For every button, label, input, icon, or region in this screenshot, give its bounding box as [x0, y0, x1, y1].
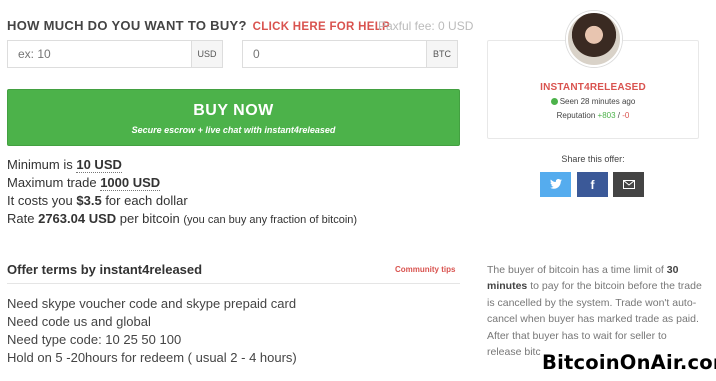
maximum-value: 1000 USD [100, 175, 161, 191]
online-status-icon [550, 98, 558, 105]
reputation-positive: +803 [597, 111, 616, 120]
usd-currency-label: USD [191, 41, 222, 67]
cost-line: It costs you $3.5 for each dollar [7, 192, 357, 210]
btc-currency-label: BTC [426, 41, 457, 67]
rate-prefix: Rate [7, 211, 35, 226]
offer-terms-title: Offer terms by instant4released [7, 262, 203, 277]
maximum-line: Maximum trade 1000 USD [7, 174, 357, 192]
terms-line: Need type code: 10 25 50 100 [7, 332, 182, 347]
trade-time-limit-note: The buyer of bitcoin has a time limit of… [487, 262, 702, 360]
maximum-prefix: Maximum trade [7, 175, 97, 190]
usd-amount-input[interactable] [8, 41, 191, 67]
offer-terms-body: Need skype voucher code and skype prepai… [7, 295, 297, 367]
email-icon [622, 178, 635, 192]
minimum-prefix: Minimum is [7, 157, 73, 172]
share-facebook-button[interactable]: f [577, 172, 608, 197]
rate-suffix: per bitcoin [119, 211, 180, 226]
btc-amount-group: BTC [242, 40, 458, 68]
last-seen-text: Seen 28 minutes ago [559, 97, 636, 106]
terms-line: Need skype voucher code and skype prepai… [7, 296, 297, 311]
share-email-button[interactable] [613, 172, 644, 197]
terms-line: Need code us and global [7, 314, 151, 329]
trade-limits: Minimum is 10 USD Maximum trade 1000 USD… [7, 156, 357, 229]
help-link[interactable]: CLICK HERE FOR HELP [253, 21, 390, 33]
facebook-icon: f [590, 177, 595, 192]
seller-reputation: Reputation +803 / -0 [487, 111, 699, 120]
buy-now-label: BUY NOW [193, 102, 274, 119]
seller-avatar[interactable] [566, 11, 622, 67]
buy-heading: HOW MUCH DO YOU WANT TO BUY? CLICK HERE … [7, 18, 390, 33]
seller-last-seen: Seen 28 minutes ago [487, 97, 699, 106]
minimum-line: Minimum is 10 USD [7, 156, 357, 174]
rate-line: Rate 2763.04 USD per bitcoin (you can bu… [7, 210, 357, 229]
seller-name-link[interactable]: INSTANT4RELEASED [487, 82, 699, 93]
buy-now-sublabel: Secure escrow + live chat with instant4r… [131, 125, 336, 135]
watermark: BitcoinOnAir.com [540, 351, 716, 374]
fee-text: Paxful fee: 0 USD [378, 19, 474, 33]
buy-heading-text: HOW MUCH DO YOU WANT TO BUY? [7, 18, 247, 33]
rate-note: (you can buy any fraction of bitcoin) [183, 214, 358, 226]
reputation-negative: -0 [622, 111, 630, 120]
note-part1: The buyer of bitcoin has a time limit of [487, 264, 664, 276]
reputation-label: Reputation [556, 111, 596, 120]
terms-line: Hold on 5 -20hours for redeem ( usual 2 … [7, 350, 297, 365]
cost-suffix: for each dollar [105, 193, 188, 208]
cost-prefix: It costs you [7, 193, 73, 208]
share-twitter-button[interactable] [540, 172, 571, 197]
community-tips-link[interactable]: Community tips [395, 265, 455, 274]
twitter-icon [549, 178, 562, 192]
cost-value: $3.5 [76, 193, 102, 208]
btc-amount-input[interactable] [243, 41, 426, 67]
terms-divider [7, 283, 460, 284]
minimum-value: 10 USD [76, 157, 122, 173]
usd-amount-group: USD [7, 40, 223, 68]
reputation-separator: / [617, 111, 621, 120]
rate-value: 2763.04 USD [38, 211, 117, 226]
share-label: Share this offer: [561, 154, 625, 164]
buy-now-button[interactable]: BUY NOW Secure escrow + live chat with i… [7, 89, 460, 146]
